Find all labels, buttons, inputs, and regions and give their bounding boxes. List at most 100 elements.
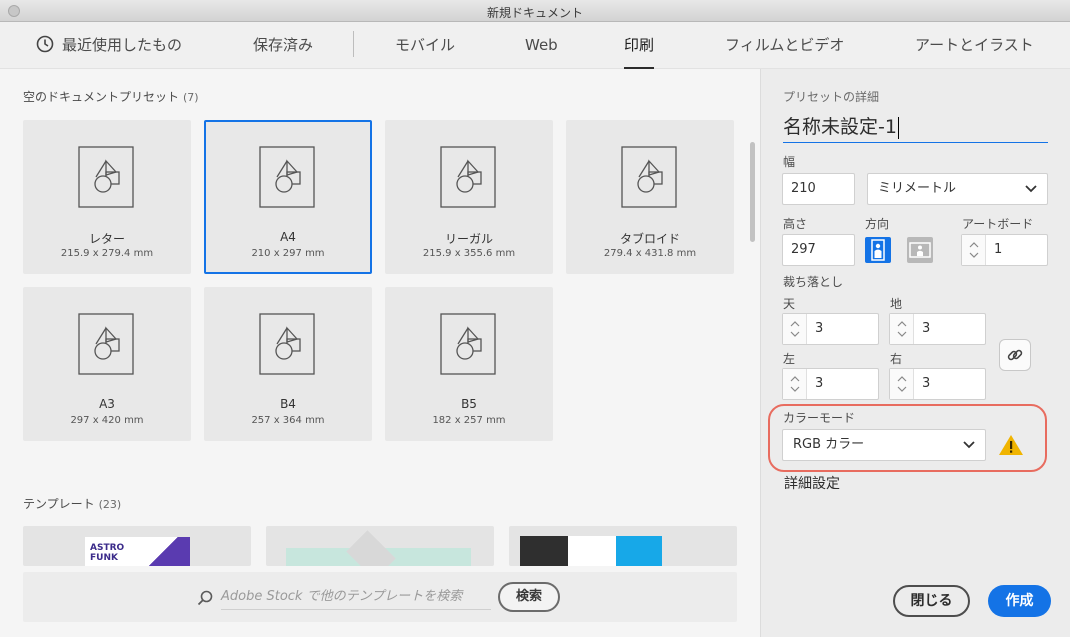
templates-heading-label: テンプレート [23,497,95,511]
template-thumbnail[interactable] [266,526,494,566]
preset-card[interactable]: レター 215.9 x 279.4 mm [23,120,191,274]
stepper-arrows-icon [790,321,800,337]
bleed-top-value: 3 [815,321,824,336]
preset-name: A4 [280,230,296,244]
stepper-arrows[interactable] [783,369,807,399]
search-button[interactable]: 検索 [498,582,560,612]
bleed-left-value: 3 [815,376,824,391]
text-caret [897,116,899,139]
template-preview-accent [143,537,190,566]
preset-name: リーガル [444,232,493,246]
preset-card[interactable]: A3 297 x 420 mm [23,287,191,441]
tab-divider [353,31,354,57]
preset-name: A3 [99,397,115,411]
tab-web[interactable]: Web [525,22,558,69]
tab-film-video[interactable]: フィルムとビデオ [725,22,844,69]
width-input[interactable]: 210 [782,173,855,205]
template-thumbnail[interactable] [509,526,737,566]
tab-art-illustration[interactable]: アートとイラスト [915,22,1034,69]
unit-dropdown[interactable]: ミリメートル [867,173,1048,205]
preset-size: 210 x 297 mm [251,248,325,259]
stock-search-input[interactable]: Adobe Stock で他のテンプレートを検索 [221,586,491,610]
artboard-label: アートボード [962,217,1034,231]
preset-browser: 空のドキュメントプリセット (7) レター 215.9 x 279.4 mm A4 21… [0,69,760,637]
preset-name: B4 [280,397,296,411]
orientation-label: 方向 [865,217,890,231]
preset-size: 297 x 420 mm [70,415,144,426]
color-mode-dropdown[interactable]: RGB カラー [782,429,986,461]
vertical-scrollbar[interactable] [750,142,755,242]
warning-icon [999,435,1023,455]
preset-size: 215.9 x 355.6 mm [422,248,516,259]
chevron-down-icon [963,441,975,449]
bleed-label: 裁ち落とし [783,275,844,289]
stepper-arrows-icon [897,376,907,392]
stepper-arrows[interactable] [890,314,914,344]
bleed-bottom-label: 地 [890,297,903,311]
height-label: 高さ [783,217,808,231]
document-preset-icon [440,146,496,212]
artboard-stepper[interactable]: 1 [961,234,1048,266]
document-name-field[interactable]: 名称未設定-1 [783,113,1048,143]
stepper-arrows-icon [969,242,979,258]
title-bar: 新規ドキュメント [0,0,1070,22]
document-preset-icon [621,146,677,212]
stepper-arrows[interactable] [783,314,807,344]
close-button[interactable]: 閉じる [893,585,970,617]
advanced-settings-link[interactable]: 詳細設定 [784,473,840,493]
color-mode-label: カラーモード [783,411,856,425]
tab-print[interactable]: 印刷 [624,22,655,69]
document-preset-icon [78,313,134,379]
preset-card[interactable]: A4 210 x 297 mm [204,120,372,274]
height-input[interactable]: 297 [782,234,855,266]
document-preset-icon [259,313,315,379]
stepper-arrows[interactable] [890,369,914,399]
stepper-arrows[interactable] [962,235,986,265]
bleed-left-stepper[interactable]: 3 [782,368,879,400]
unit-value: ミリメートル [878,181,957,196]
preset-card[interactable]: リーガル 215.9 x 355.6 mm [385,120,553,274]
preset-card[interactable]: タブロイド 279.4 x 431.8 mm [566,120,734,274]
preset-name: B5 [461,397,477,411]
preset-card[interactable]: B4 257 x 364 mm [204,287,372,441]
document-preset-icon [259,146,315,212]
document-preset-icon [440,313,496,379]
portrait-icon [871,239,885,261]
tab-saved[interactable]: 保存済み [253,22,313,69]
window-title: 新規ドキュメント [486,6,583,20]
chevron-down-icon [1025,185,1037,193]
preset-size: 279.4 x 431.8 mm [603,248,697,259]
width-label: 幅 [783,155,796,169]
portrait-orientation-button[interactable] [865,237,891,263]
bleed-right-stepper[interactable]: 3 [889,368,986,400]
artboard-value: 1 [994,242,1003,257]
category-tabs: 最近使用したもの 保存済み モバイル Web 印刷 フィルムとビデオ アートとイ… [0,22,1070,69]
template-preview-page [568,536,616,566]
tab-label: 最近使用したもの [62,36,183,54]
preset-name: レター [88,232,125,246]
templates-count: (23) [98,498,122,511]
preset-size: 215.9 x 279.4 mm [60,248,154,259]
preset-name: タブロイド [619,232,680,246]
tab-mobile[interactable]: モバイル [395,22,455,69]
preset-details-panel: プリセットの詳細 名称未設定-1 幅 210 ミリメートル 高さ 方向 アートボ… [760,69,1070,637]
bleed-top-stepper[interactable]: 3 [782,313,879,345]
bleed-bottom-stepper[interactable]: 3 [889,313,986,345]
bleed-bottom-value: 3 [922,321,931,336]
stock-search-bar: Adobe Stock で他のテンプレートを検索 検索 [23,572,737,622]
document-preset-icon [78,146,134,212]
presets-heading: 空のドキュメントプリセット (7) [23,88,199,105]
landscape-orientation-button[interactable] [907,237,933,263]
link-bleed-button[interactable] [999,339,1031,371]
create-button[interactable]: 作成 [988,585,1051,617]
preset-size: 257 x 364 mm [251,415,325,426]
preset-size: 182 x 257 mm [432,415,506,426]
document-name-value: 名称未設定-1 [783,116,897,138]
template-preview-title: ASTRO FUNK [90,543,125,563]
tab-recent[interactable]: 最近使用したもの [36,22,182,69]
template-preview-accent [616,536,662,566]
template-thumbnail[interactable]: ASTRO FUNK [23,526,251,566]
clock-icon [36,35,54,53]
preset-card[interactable]: B5 182 x 257 mm [385,287,553,441]
bleed-left-label: 左 [783,352,796,366]
